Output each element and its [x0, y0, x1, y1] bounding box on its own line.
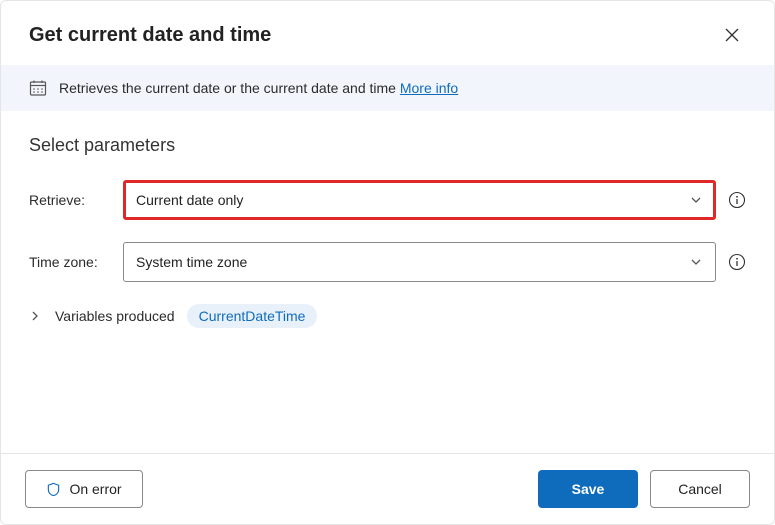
retrieve-label: Retrieve:: [29, 192, 111, 208]
cancel-button[interactable]: Cancel: [650, 470, 750, 508]
variables-label: Variables produced: [55, 308, 175, 324]
more-info-link[interactable]: More info: [400, 80, 458, 96]
chevron-right-icon: [29, 310, 41, 322]
timezone-label: Time zone:: [29, 254, 111, 270]
timezone-info-button[interactable]: [728, 253, 746, 271]
on-error-button[interactable]: On error: [25, 470, 143, 508]
retrieve-row: Retrieve: Current date only: [29, 180, 746, 220]
dialog: Get current date and time Retrieves the …: [0, 0, 775, 525]
close-button[interactable]: [718, 21, 746, 49]
variables-expand-toggle[interactable]: [29, 310, 43, 322]
retrieve-info-button[interactable]: [728, 191, 746, 209]
variable-pill[interactable]: CurrentDateTime: [187, 304, 318, 328]
close-icon: [725, 28, 739, 42]
save-label: Save: [572, 481, 605, 497]
calendar-icon: [29, 79, 47, 97]
retrieve-value: Current date only: [136, 192, 243, 208]
chevron-down-icon: [689, 255, 703, 269]
subtitle-text: Retrieves the current date or the curren…: [59, 80, 458, 96]
save-button[interactable]: Save: [538, 470, 638, 508]
chevron-down-icon: [689, 193, 703, 207]
timezone-select[interactable]: System time zone: [123, 242, 716, 282]
variables-row: Variables produced CurrentDateTime: [29, 304, 746, 328]
timezone-row: Time zone: System time zone: [29, 242, 746, 282]
timezone-value: System time zone: [136, 254, 247, 270]
shield-icon: [46, 482, 61, 497]
dialog-header: Get current date and time: [1, 1, 774, 65]
subtitle-main: Retrieves the current date or the curren…: [59, 80, 396, 96]
retrieve-select[interactable]: Current date only: [123, 180, 716, 220]
footer: On error Save Cancel: [1, 453, 774, 524]
info-icon: [728, 191, 746, 209]
section-heading: Select parameters: [29, 135, 746, 156]
footer-right: Save Cancel: [538, 470, 750, 508]
subtitle-bar: Retrieves the current date or the curren…: [1, 65, 774, 111]
cancel-label: Cancel: [678, 481, 722, 497]
dialog-title: Get current date and time: [29, 24, 271, 47]
on-error-label: On error: [69, 481, 121, 497]
content: Select parameters Retrieve: Current date…: [1, 111, 774, 453]
info-icon: [728, 253, 746, 271]
